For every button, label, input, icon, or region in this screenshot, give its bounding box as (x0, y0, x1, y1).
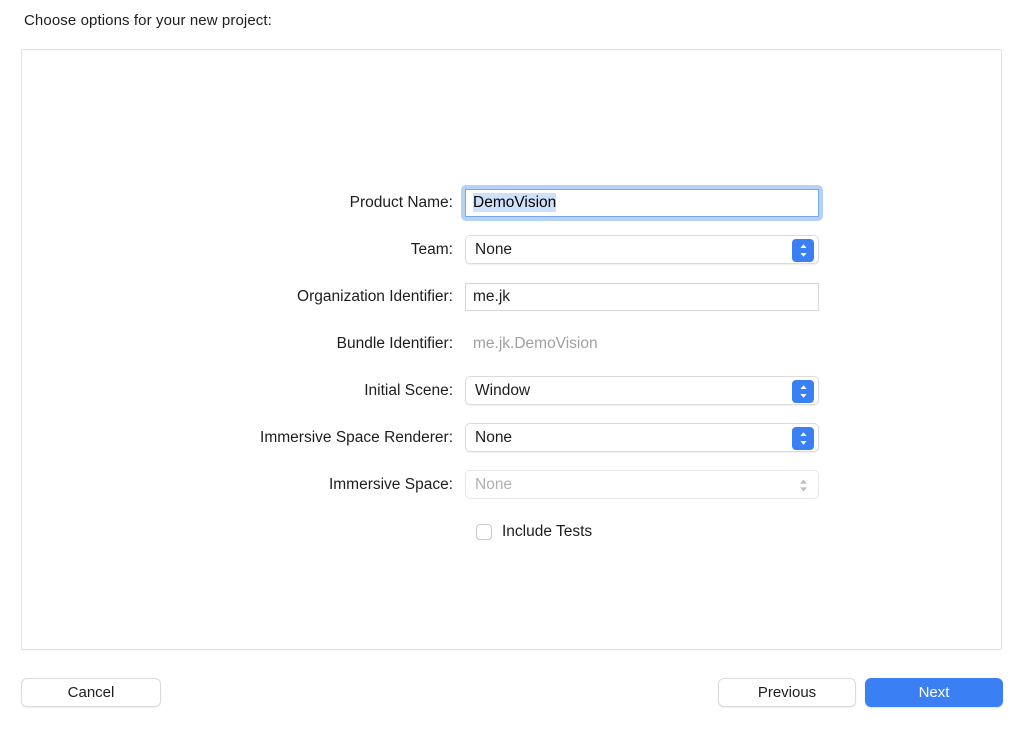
form-row-include-tests: Include Tests (22, 508, 1001, 555)
control-immersive-space: None (465, 470, 819, 499)
form-row-bundle-identifier: Bundle Identifier: me.jk.DemoVision (22, 320, 1001, 367)
product-name-value: DemoVision (473, 193, 556, 212)
immersive-space-renderer-select-value: None (475, 424, 512, 453)
control-initial-scene: Window (465, 376, 819, 405)
control-immersive-space-renderer: None (465, 423, 819, 452)
next-button[interactable]: Next (865, 678, 1003, 707)
label-organization-identifier: Organization Identifier: (22, 288, 465, 306)
team-select[interactable]: None (465, 235, 819, 264)
immersive-space-select-value: None (475, 471, 512, 500)
immersive-space-renderer-select[interactable]: None (465, 423, 819, 452)
immersive-space-select: None (465, 470, 819, 499)
options-panel: Product Name: DemoVision Team: None (21, 49, 1002, 650)
label-immersive-space: Immersive Space: (22, 476, 465, 494)
label-product-name: Product Name: (22, 194, 465, 212)
form-row-team: Team: None (22, 226, 1001, 273)
include-tests-checkbox[interactable] (476, 524, 492, 540)
form-row-product-name: Product Name: DemoVision (22, 179, 1001, 226)
control-organization-identifier: me.jk (465, 283, 819, 311)
label-bundle-identifier: Bundle Identifier: (22, 335, 465, 353)
label-team: Team: (22, 241, 465, 259)
label-initial-scene: Initial Scene: (22, 382, 465, 400)
previous-button[interactable]: Previous (718, 678, 856, 707)
control-product-name: DemoVision (465, 189, 819, 217)
product-name-focus-ring: DemoVision (465, 189, 819, 217)
form-row-immersive-space-renderer: Immersive Space Renderer: None (22, 414, 1001, 461)
product-name-input[interactable]: DemoVision (465, 189, 819, 217)
chevron-up-down-icon[interactable] (792, 427, 814, 450)
page-title: Choose options for your new project: (24, 12, 272, 29)
chevron-up-down-icon (792, 474, 814, 497)
chevron-up-down-icon[interactable] (792, 239, 814, 262)
project-options-form: Product Name: DemoVision Team: None (22, 179, 1001, 555)
control-team: None (465, 235, 819, 264)
chevron-up-down-icon[interactable] (792, 380, 814, 403)
control-bundle-identifier: me.jk.DemoVision (465, 330, 819, 358)
initial-scene-select[interactable]: Window (465, 376, 819, 405)
form-row-initial-scene: Initial Scene: Window (22, 367, 1001, 414)
label-immersive-space-renderer: Immersive Space Renderer: (22, 429, 465, 447)
organization-identifier-input[interactable]: me.jk (465, 283, 819, 311)
bundle-identifier-value: me.jk.DemoVision (465, 330, 819, 358)
include-tests-label: Include Tests (502, 523, 592, 541)
initial-scene-select-value: Window (475, 377, 530, 406)
form-row-organization-identifier: Organization Identifier: me.jk (22, 273, 1001, 320)
team-select-value: None (475, 236, 512, 265)
cancel-button[interactable]: Cancel (21, 678, 161, 707)
form-row-immersive-space: Immersive Space: None (22, 461, 1001, 508)
